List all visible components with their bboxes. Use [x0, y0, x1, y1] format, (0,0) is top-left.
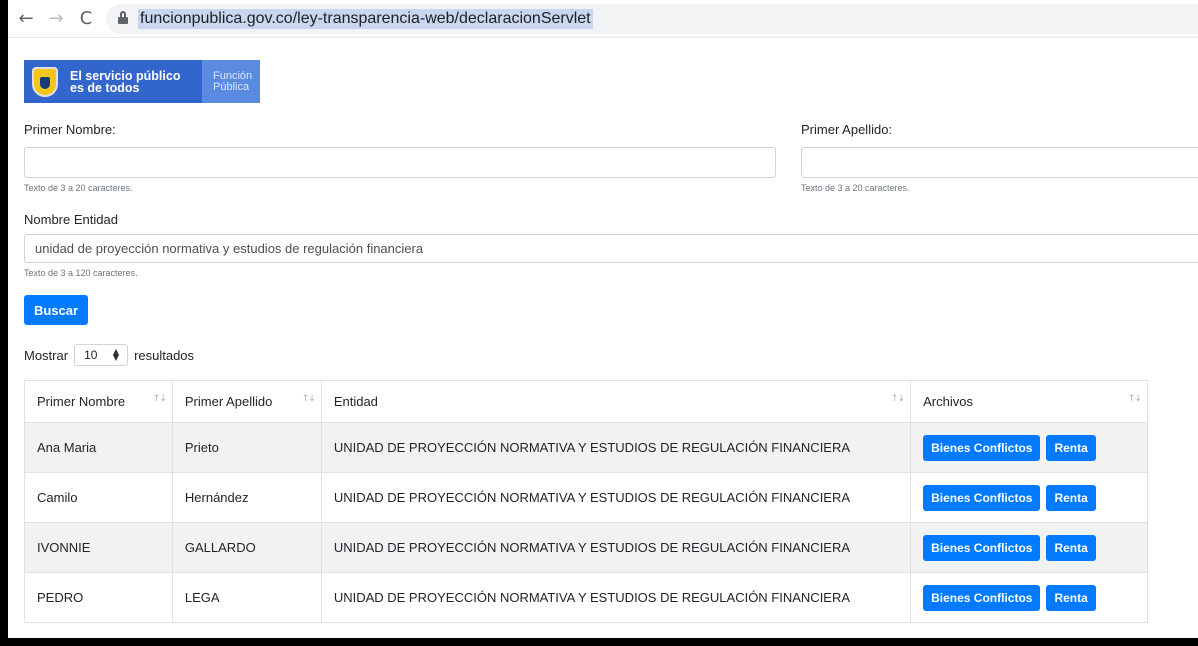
- renta-button[interactable]: Renta: [1046, 534, 1096, 561]
- logo-text: El servicio público es de todos: [70, 68, 181, 95]
- sort-icon: ↑↓: [891, 394, 905, 404]
- entity-input[interactable]: unidad de proyección normativa y estudio…: [24, 234, 1198, 263]
- back-arrow-icon[interactable]: ←: [14, 7, 38, 31]
- renta-button[interactable]: Renta: [1046, 434, 1096, 461]
- page: ← → C funcionpublica.gov.co/ley-transpar…: [8, 0, 1198, 638]
- renta-button[interactable]: Renta: [1046, 584, 1096, 611]
- sort-icon: ↑↓: [301, 394, 316, 404]
- sort-icon: ↑↓: [152, 394, 167, 404]
- header-entity[interactable]: Entidad ↑↓: [320, 380, 912, 423]
- cell-files: Bienes Conflictos Renta: [910, 522, 1148, 573]
- table-row: PEDRO LEGA UNIDAD DE PROYECCIÓN NORMATIV…: [24, 572, 1148, 623]
- bienes-conflictos-button[interactable]: Bienes Conflictos: [923, 534, 1041, 561]
- table-row: Ana Maria Prieto UNIDAD DE PROYECCIÓN NO…: [24, 422, 1148, 473]
- cell-entity: UNIDAD DE PROYECCIÓN NORMATIVA Y ESTUDIO…: [320, 422, 912, 473]
- length-prefix: Mostrar: [24, 347, 69, 363]
- entity-label: Nombre Entidad: [24, 212, 118, 227]
- first-name-input[interactable]: [24, 147, 776, 178]
- first-name-label: Primer Nombre:: [24, 122, 116, 137]
- cell-last-name: LEGA: [171, 572, 322, 623]
- last-name-input[interactable]: [801, 147, 1198, 178]
- cell-entity: UNIDAD DE PROYECCIÓN NORMATIVA Y ESTUDIO…: [320, 572, 912, 623]
- cell-entity: UNIDAD DE PROYECCIÓN NORMATIVA Y ESTUDIO…: [320, 472, 912, 523]
- cell-last-name: Prieto: [171, 422, 322, 473]
- coat-of-arms-icon: [32, 66, 58, 97]
- page-length-value: 10: [84, 348, 98, 362]
- sort-icon: ↑↓: [1127, 394, 1142, 404]
- header-last-name[interactable]: Primer Apellido ↑↓: [171, 380, 322, 423]
- header-first-name[interactable]: Primer Nombre ↑↓: [24, 380, 173, 423]
- cell-last-name: GALLARDO: [171, 522, 322, 573]
- entity-help: Texto de 3 a 120 caracteres.: [24, 268, 138, 278]
- header-files[interactable]: Archivos ↑↓: [910, 380, 1148, 423]
- length-control: Mostrar 10 ▲ ▼ resultados: [24, 344, 194, 366]
- cell-first-name: IVONNIE: [24, 522, 173, 573]
- chevron-up-down-icon: ▲ ▼: [112, 347, 120, 362]
- cell-files: Bienes Conflictos Renta: [910, 422, 1148, 473]
- last-name-label: Primer Apellido:: [801, 122, 893, 137]
- cell-last-name: Hernández: [171, 472, 322, 523]
- logo-fp-line1: Función: [213, 69, 253, 82]
- first-name-help: Texto de 3 a 20 caracteres.: [24, 183, 133, 193]
- logo-line2: es de todos: [70, 80, 140, 95]
- logo-main: El servicio público es de todos: [24, 60, 202, 103]
- cell-first-name: Camilo: [24, 472, 173, 523]
- cell-entity: UNIDAD DE PROYECCIÓN NORMATIVA Y ESTUDIO…: [320, 522, 912, 573]
- bienes-conflictos-button[interactable]: Bienes Conflictos: [923, 484, 1041, 511]
- cell-first-name: PEDRO: [24, 572, 173, 623]
- renta-button[interactable]: Renta: [1046, 484, 1096, 511]
- results-table: Primer Nombre ↑↓ Primer Apellido ↑↓ Entida…: [24, 380, 1148, 623]
- url-text[interactable]: funcionpublica.gov.co/ley-transparencia-…: [138, 8, 593, 29]
- search-button[interactable]: Buscar: [24, 295, 88, 325]
- bienes-conflictos-button[interactable]: Bienes Conflictos: [923, 584, 1041, 611]
- table-row: Camilo Hernández UNIDAD DE PROYECCIÓN NO…: [24, 472, 1148, 523]
- forward-arrow-icon[interactable]: →: [44, 7, 68, 31]
- length-suffix: resultados: [134, 347, 195, 363]
- logo: El servicio público es de todos Función …: [24, 60, 260, 103]
- lock-icon[interactable]: [118, 10, 128, 24]
- logo-line1: El servicio público: [70, 68, 181, 83]
- cell-first-name: Ana Maria: [24, 422, 173, 473]
- logo-fp-line2: Pública: [213, 80, 250, 93]
- cell-files: Bienes Conflictos Renta: [910, 572, 1148, 623]
- reload-icon[interactable]: C: [74, 7, 98, 31]
- browser-toolbar: ← → C funcionpublica.gov.co/ley-transpar…: [8, 0, 1198, 38]
- cell-files: Bienes Conflictos Renta: [910, 472, 1148, 523]
- page-length-select[interactable]: 10 ▲ ▼: [74, 344, 129, 366]
- table-header-row: Primer Nombre ↑↓ Primer Apellido ↑↓ Entida…: [24, 380, 1148, 423]
- logo-funcion-publica: Función Pública: [202, 60, 260, 103]
- address-bar[interactable]: funcionpublica.gov.co/ley-transparencia-…: [106, 3, 1198, 34]
- last-name-help: Texto de 3 a 20 caracteres.: [801, 183, 910, 193]
- table-row: IVONNIE GALLARDO UNIDAD DE PROYECCIÓN NO…: [24, 522, 1148, 573]
- bienes-conflictos-button[interactable]: Bienes Conflictos: [923, 434, 1041, 461]
